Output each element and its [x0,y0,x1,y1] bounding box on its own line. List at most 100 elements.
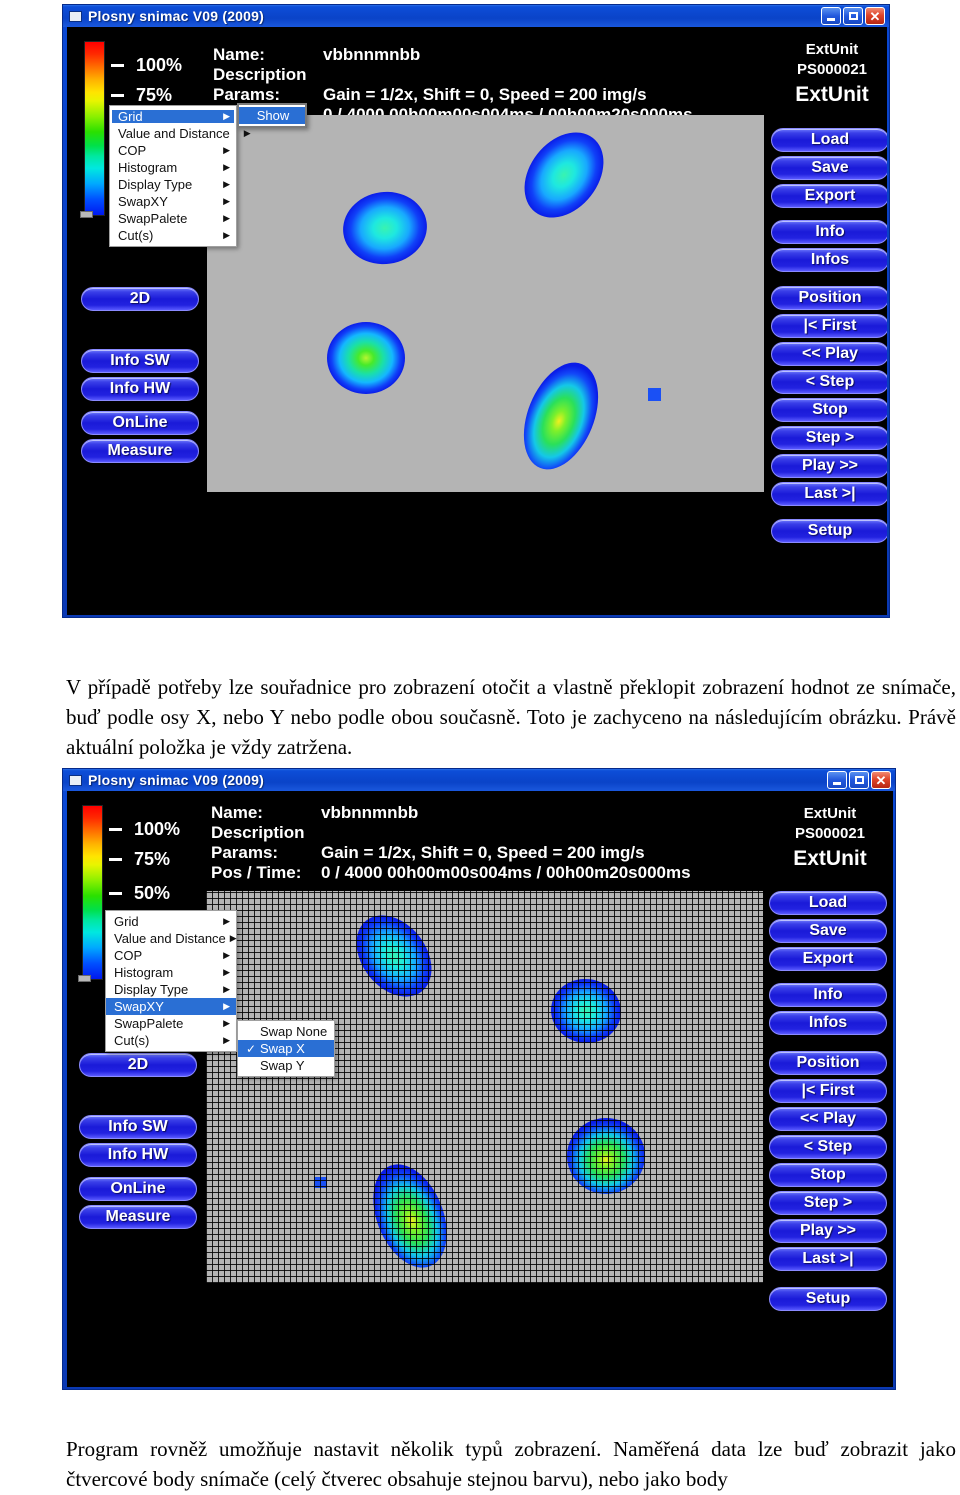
button-info-sw[interactable]: Info SW [81,349,199,373]
menu-item-swappalete[interactable]: SwapPalete ▶ [106,1015,236,1032]
button-step-fwd[interactable]: Step > [769,1191,887,1215]
button-setup[interactable]: Setup [771,519,887,543]
window-1-image-display[interactable] [207,115,764,492]
window-2-controls[interactable]: ✕ [827,771,891,789]
close-button[interactable]: ✕ [865,7,885,25]
window-2-swapxy-submenu[interactable]: Swap None ✓ Swap X Swap Y [237,1020,335,1077]
window-2-context-menu[interactable]: Grid ▶ Value and Distance ▶ COP ▶ Histog… [105,910,237,1052]
button-first[interactable]: |< First [769,1079,887,1103]
button-measure[interactable]: Measure [81,439,199,463]
info-row: Description [211,823,691,843]
button-play-back[interactable]: << Play [769,1107,887,1131]
button-2d[interactable]: 2D [81,287,199,311]
button-measure[interactable]: Measure [79,1205,197,1229]
button-export[interactable]: Export [771,184,887,208]
chevron-right-icon: ▶ [223,916,230,926]
window-2-titlebar[interactable]: Plosny snimac V09 (2009) ✕ [63,769,895,791]
submenu-item-show[interactable]: Show [239,107,305,124]
tick-dash [111,64,124,67]
button-position[interactable]: Position [771,286,887,310]
minimize-button[interactable] [821,7,841,25]
submenu-item-swap-x[interactable]: ✓ Swap X [238,1040,334,1057]
info-value: 0 / 4000 00h00m00s004ms / 00h00m20s000ms [321,863,691,882]
button-infos[interactable]: Infos [771,248,887,272]
extunit-label-1: ExtUnit [805,41,859,58]
button-stop[interactable]: Stop [771,398,887,422]
button-play-back[interactable]: << Play [771,342,887,366]
colorbar-tick-100: 100% [109,819,180,840]
button-export[interactable]: Export [769,947,887,971]
minimize-button[interactable] [827,771,847,789]
button-position[interactable]: Position [769,1051,887,1075]
tick-dash [109,858,122,861]
button-last[interactable]: Last >| [771,482,887,506]
window-1-grid-submenu[interactable]: Show [237,103,307,128]
menu-item-value-and-distance[interactable]: Value and Distance ▶ [110,125,251,142]
window-1-controls[interactable]: ✕ [821,7,885,25]
button-play-fwd[interactable]: Play >> [769,1219,887,1243]
window-2[interactable]: Plosny snimac V09 (2009) ✕ 100% 75% 50% … [62,768,896,1390]
extunit-label-2: ExtUnit [795,83,869,106]
menu-item-grid[interactable]: Grid ▶ [106,913,236,930]
submenu-item-swap-none[interactable]: Swap None [238,1023,334,1040]
chevron-right-icon: ▶ [243,128,251,138]
button-save[interactable]: Save [769,919,887,943]
button-step-back[interactable]: < Step [769,1135,887,1159]
menu-item-cuts[interactable]: Cut(s) ▶ [106,1032,236,1049]
menu-item-cuts[interactable]: Cut(s) ▶ [110,227,236,244]
button-info-hw[interactable]: Info HW [81,377,199,401]
button-infos[interactable]: Infos [769,1011,887,1035]
button-step-fwd[interactable]: Step > [771,426,887,450]
palette-colorbar[interactable] [78,805,103,982]
button-step-back[interactable]: < Step [771,370,887,394]
button-first[interactable]: |< First [771,314,887,338]
palette-thumb[interactable] [78,975,91,982]
menu-item-histogram[interactable]: Histogram ▶ [106,964,236,981]
paragraph-1: V případě potřeby lze souřadnice pro zob… [66,675,956,759]
button-load[interactable]: Load [771,128,887,152]
palette-colorbar[interactable] [80,41,105,218]
menu-item-swapxy[interactable]: SwapXY ▶ [106,998,236,1015]
menu-item-label: COP [114,948,143,963]
window-2-canvas: 100% 75% 50% Name: vbbnnmnbb Description… [67,791,893,1387]
button-info[interactable]: Info [771,220,887,244]
colorbar-tick-100: 100% [111,55,182,76]
menu-item-display-type[interactable]: Display Type ▶ [106,981,236,998]
button-online[interactable]: OnLine [81,411,199,435]
window-1[interactable]: Plosny snimac V09 (2009) ✕ 100% 75% Name… [62,4,890,618]
menu-item-value-and-distance[interactable]: Value and Distance ▶ [106,930,237,947]
button-save[interactable]: Save [771,156,887,180]
menu-item-cop[interactable]: COP ▶ [106,947,236,964]
button-info-hw[interactable]: Info HW [79,1143,197,1167]
menu-item-grid[interactable]: Grid ▶ [110,108,236,125]
tick-label: 75% [134,849,171,869]
blob [648,388,661,401]
submenu-item-swap-y[interactable]: Swap Y [238,1057,334,1074]
button-2d[interactable]: 2D [79,1053,197,1077]
menu-item-display-type[interactable]: Display Type ▶ [110,176,236,193]
button-info-sw[interactable]: Info SW [79,1115,197,1139]
button-last[interactable]: Last >| [769,1247,887,1271]
window-1-context-menu[interactable]: Grid ▶ Value and Distance ▶ COP ▶ Histog… [109,105,251,247]
menu-item-swapxy[interactable]: SwapXY ▶ [110,193,236,210]
button-stop[interactable]: Stop [769,1163,887,1187]
menu-item-histogram[interactable]: Histogram ▶ [110,159,236,176]
palette-thumb[interactable] [80,211,93,218]
menu-item-cop[interactable]: COP ▶ [110,142,236,159]
button-play-fwd[interactable]: Play >> [771,454,887,478]
close-button[interactable]: ✕ [871,771,891,789]
menu-item-swappalete[interactable]: SwapPalete ▶ [110,210,236,227]
blob [551,978,621,1044]
window-1-titlebar[interactable]: Plosny snimac V09 (2009) ✕ [63,5,889,27]
maximize-button[interactable] [849,771,869,789]
info-value: Gain = 1/2x, Shift = 0, Speed = 200 img/… [321,843,645,862]
button-online[interactable]: OnLine [79,1177,197,1201]
maximize-button[interactable] [843,7,863,25]
button-setup[interactable]: Setup [769,1287,887,1311]
button-info[interactable]: Info [769,983,887,1007]
button-load[interactable]: Load [769,891,887,915]
window-2-image-display[interactable] [206,891,763,1283]
menu-item-label: Histogram [118,160,178,175]
close-icon: ✕ [875,772,887,788]
chevron-right-icon: ▶ [223,950,230,960]
